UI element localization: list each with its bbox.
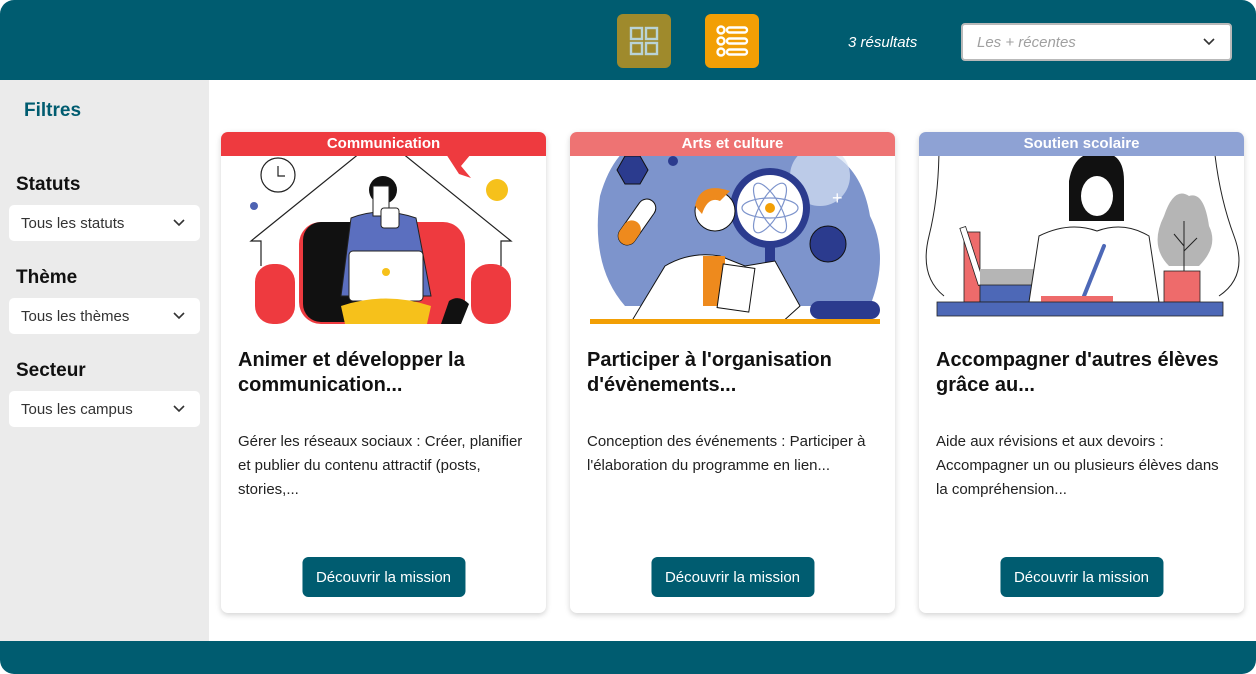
category-badge: Communication [221, 132, 546, 156]
list-view-icon [716, 25, 749, 57]
discover-mission-button[interactable]: Découvrir la mission [650, 557, 815, 597]
mission-description: Gérer les réseaux sociaux : Créer, plani… [238, 433, 523, 498]
svg-text:+: + [832, 188, 843, 208]
sector-filter-select[interactable]: Tous les campus [9, 391, 200, 427]
mission-card: Arts et culture + Participer à l'organis… [570, 132, 895, 613]
chevron-down-icon [172, 216, 186, 230]
grid-view-icon [629, 26, 659, 56]
mission-card: Communication Animer et développer la co… [221, 132, 546, 613]
mission-illustration: + [570, 156, 895, 324]
footer-bar [0, 641, 1256, 674]
results-count: 3 résultats [848, 34, 918, 51]
filter-label-theme: Thème [16, 267, 78, 288]
chevron-down-icon [172, 402, 186, 416]
status-filter-select[interactable]: Tous les statuts [9, 205, 200, 241]
filter-label-secteur: Secteur [16, 360, 86, 381]
mission-illustration [221, 156, 546, 324]
list-view-button[interactable] [705, 14, 759, 68]
chevron-down-icon [1202, 35, 1216, 49]
discover-mission-button[interactable]: Découvrir la mission [301, 557, 466, 597]
mission-title: Animer et développer la communication... [238, 349, 465, 396]
mission-title: Accompagner d'autres élèves grâce au... [936, 349, 1219, 396]
mission-illustration [919, 156, 1244, 324]
chevron-down-icon [172, 309, 186, 323]
filters-title: Filtres [24, 100, 82, 121]
top-bar: 3 résultats Les + récentes [0, 0, 1256, 80]
category-badge: Arts et culture [570, 132, 895, 156]
discover-mission-button[interactable]: Découvrir la mission [999, 557, 1164, 597]
mission-card: Soutien scolaire Accompagner d'autres él… [919, 132, 1244, 613]
mission-description: Aide aux révisions et aux devoirs : Acco… [936, 433, 1219, 498]
filters-sidebar: Filtres Statuts Tous les statuts Thème T… [0, 80, 209, 641]
status-filter-value: Tous les statuts [21, 214, 125, 232]
mission-title: Participer à l'organisation d'évènements… [587, 349, 832, 396]
grid-view-button[interactable] [617, 14, 671, 68]
mission-description: Conception des événements : Participer à… [587, 433, 866, 474]
category-badge: Soutien scolaire [919, 132, 1244, 156]
filter-label-statuts: Statuts [16, 174, 81, 195]
sort-placeholder: Les + récentes [977, 33, 1076, 51]
sort-select[interactable]: Les + récentes [961, 23, 1232, 61]
sector-filter-value: Tous les campus [21, 400, 133, 418]
theme-filter-value: Tous les thèmes [21, 307, 130, 325]
theme-filter-select[interactable]: Tous les thèmes [9, 298, 200, 334]
